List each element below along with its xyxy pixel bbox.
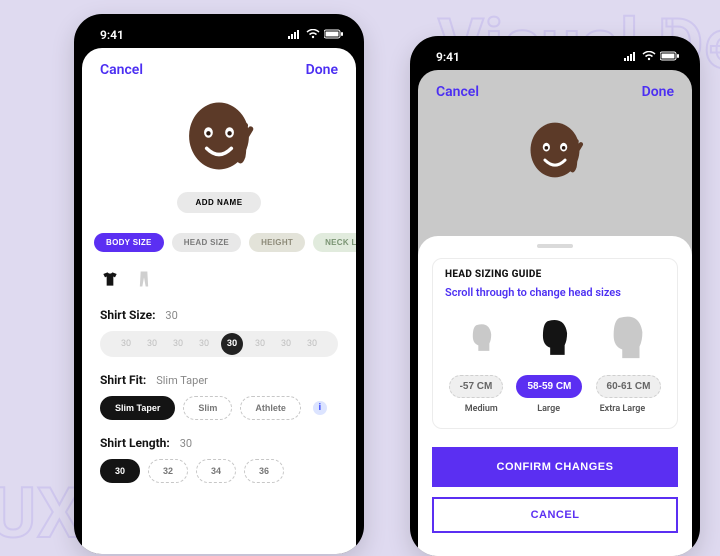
shirt-size-value: 30: [165, 309, 177, 322]
phone-right: 9:41 Cancel Done: [410, 36, 700, 556]
tab-body-size[interactable]: BODY SIZE: [94, 233, 164, 252]
size-name-medium: Medium: [465, 404, 498, 414]
shirt-size-label: Shirt Size:: [100, 308, 155, 322]
sheet-handle[interactable]: [537, 244, 573, 248]
size-option-medium[interactable]: -57 CM: [449, 375, 504, 398]
sheet-title: HEAD SIZING GUIDE: [445, 269, 665, 280]
head-sizing-card: HEAD SIZING GUIDE Scroll through to chan…: [432, 258, 678, 429]
status-bar: 9:41: [82, 22, 356, 48]
head-icon-medium: [463, 320, 500, 357]
shirt-fit-value: Slim Taper: [156, 374, 208, 387]
screen-left: Cancel Done ADD NAME BODY SIZE HEAD SIZE…: [82, 48, 356, 554]
shirt-fit-label: Shirt Fit:: [100, 373, 146, 387]
status-icons: [288, 28, 344, 42]
cancel-button[interactable]: Cancel: [100, 62, 143, 78]
length-option-3[interactable]: 36: [244, 459, 284, 483]
head-silhouettes[interactable]: [445, 315, 665, 361]
shirt-size-slider[interactable]: 30 30 30 30 30 30 30 30: [100, 331, 338, 357]
info-icon[interactable]: i: [313, 401, 327, 415]
length-option-2[interactable]: 34: [196, 459, 236, 483]
signal-icon: [288, 28, 302, 42]
screen-right: Cancel Done HEAD SIZING GUIDE Scroll thr…: [418, 70, 692, 556]
confirm-changes-button[interactable]: CONFIRM CHANGES: [432, 447, 678, 487]
wifi-icon: [642, 50, 656, 64]
bottom-sheet: HEAD SIZING GUIDE Scroll through to chan…: [418, 236, 692, 556]
wifi-icon: [306, 28, 320, 42]
fit-option-slim-taper[interactable]: Slim Taper: [100, 396, 175, 420]
tab-head-size[interactable]: HEAD SIZE: [172, 233, 241, 252]
shirt-length-section: Shirt Length: 30 30 32 34 36: [82, 422, 356, 485]
sizing-tabs: BODY SIZE HEAD SIZE HEIGHT NECK LEN: [82, 223, 356, 260]
size-option-xlarge[interactable]: 60-61 CM: [596, 375, 662, 398]
done-button[interactable]: Done: [642, 84, 674, 100]
status-time: 9:41: [436, 50, 460, 64]
shirt-length-value: 30: [180, 437, 192, 450]
head-icon-large: [531, 314, 579, 362]
phone-left: 9:41 Cancel Done: [74, 14, 364, 554]
size-option-large[interactable]: 58-59 CM: [516, 375, 582, 398]
done-button[interactable]: Done: [306, 62, 338, 78]
battery-icon: [324, 28, 344, 42]
shirt-fit-section: Shirt Fit: Slim Taper Slim Taper Slim At…: [82, 359, 356, 422]
fit-option-slim[interactable]: Slim: [183, 396, 232, 420]
head-icon-xlarge: [600, 309, 658, 367]
size-name-xlarge: Extra Large: [600, 404, 646, 414]
sheet-hint: Scroll through to change head sizes: [445, 286, 665, 299]
shirt-size-selected: 30: [221, 333, 243, 355]
cancel-button[interactable]: Cancel: [436, 84, 479, 100]
shirt-length-label: Shirt Length:: [100, 436, 170, 450]
cancel-changes-button[interactable]: CANCEL: [432, 497, 678, 533]
status-time: 9:41: [100, 28, 124, 42]
status-bar-right: 9:41: [418, 44, 692, 70]
length-option-0[interactable]: 30: [100, 459, 140, 483]
battery-icon: [660, 50, 680, 64]
tab-height[interactable]: HEIGHT: [249, 233, 305, 252]
bg-text-bottom: UX: [0, 473, 83, 555]
add-name-button[interactable]: ADD NAME: [177, 192, 260, 213]
length-option-1[interactable]: 32: [148, 459, 188, 483]
signal-icon: [624, 50, 638, 64]
status-icons: [624, 50, 680, 64]
size-name-large: Large: [537, 404, 560, 414]
pants-icon[interactable]: [134, 268, 154, 290]
avatar: [519, 114, 591, 186]
tab-neck-length[interactable]: NECK LEN: [313, 233, 356, 252]
shirt-icon[interactable]: [100, 268, 120, 290]
fit-option-athlete[interactable]: Athlete: [240, 396, 301, 420]
shirt-size-section: Shirt Size: 30 30 30 30 30 30 30 30 30: [82, 294, 356, 359]
avatar: [175, 92, 263, 180]
